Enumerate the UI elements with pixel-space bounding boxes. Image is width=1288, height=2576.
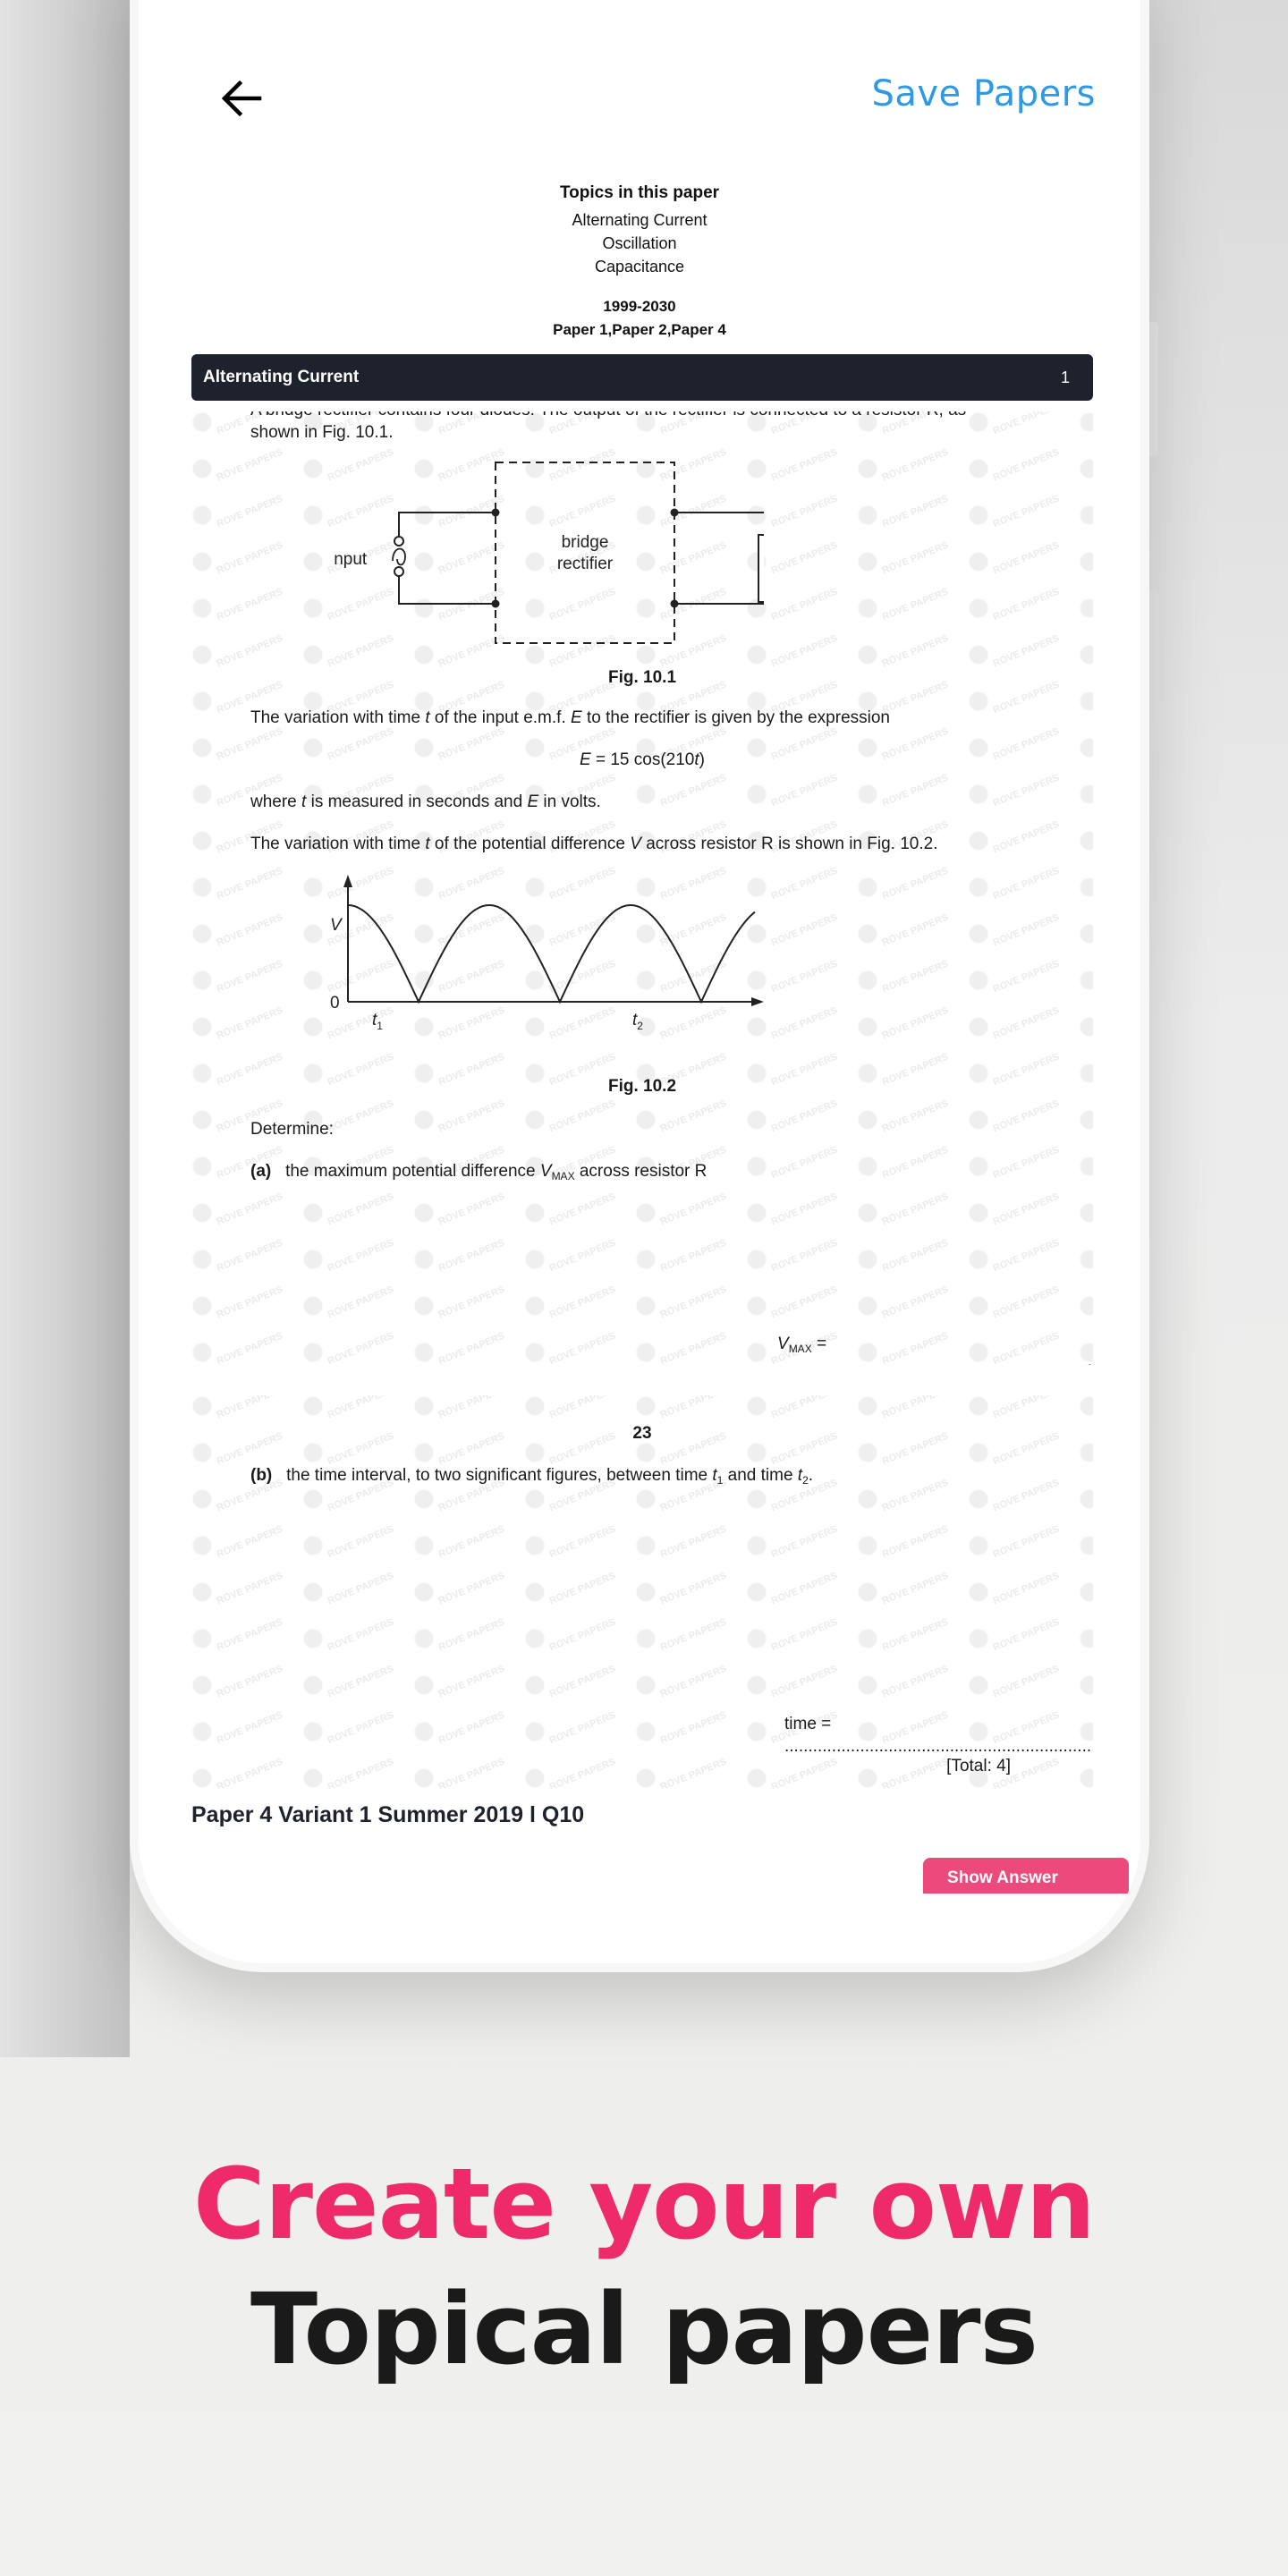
page-number: 23	[632, 1424, 652, 1443]
section-title: Alternating Current	[203, 368, 360, 386]
y-axis-label: V	[330, 916, 343, 935]
input-wire-bottom	[398, 575, 496, 605]
section-count: 1	[1060, 368, 1070, 386]
origin-label: 0	[330, 994, 340, 1013]
part-b-text: (b) the time interval, to two significan…	[250, 1466, 814, 1487]
app-screen: Save Papers Topics in this paper Alterna…	[139, 0, 1140, 1963]
determine-label: Determine:	[250, 1120, 334, 1139]
promo-headline-line1: Create your own	[193, 2147, 1096, 2261]
input-label: input	[335, 550, 368, 569]
question-intro: A bridge rectifier contains four diodes.…	[250, 411, 966, 442]
junction-dot	[491, 508, 500, 517]
junction-dot	[491, 599, 500, 608]
circuit-diagram: input bridge rectifier output resistor R	[335, 462, 764, 644]
t1-label: t1	[372, 1011, 383, 1032]
part-a-text: (a) the maximum potential difference VMA…	[250, 1162, 708, 1182]
voltage-time-graph: V 0 t1 t2 time t	[330, 875, 764, 1038]
output-wire-top	[674, 512, 764, 513]
y-axis-arrow	[343, 875, 352, 887]
ac-symbol-icon	[392, 547, 406, 566]
section-header-alternating-current[interactable]: Alternating Current 1	[191, 354, 1093, 401]
units-statement: where t is measured in seconds and E in …	[250, 792, 601, 811]
emf-equation: E = 15 cos(210t)	[580, 750, 705, 769]
phone-side-button	[1149, 322, 1158, 456]
year-range: 1999-2030	[603, 298, 676, 315]
resistor-symbol	[758, 534, 764, 603]
back-button[interactable]	[215, 72, 268, 125]
topic-item: Alternating Current	[572, 211, 708, 229]
question-reference: Paper 4 Variant 1 Summer 2019 l Q10	[191, 1802, 585, 1827]
background-shade	[0, 0, 130, 2057]
promo-headline-line2: Topical papers	[250, 2272, 1038, 2386]
question-page-image: ROVE PAPERS ROVE PAPERS ROVE PAPERS ROVE PA…	[191, 1395, 1093, 1789]
phone-frame: Save Papers Topics in this paper Alterna…	[130, 0, 1149, 1972]
rectifier-box	[495, 462, 675, 644]
topic-item: Capacitance	[594, 258, 685, 275]
question-page-image: ROVE PAPERS ROVE PAPERS ROVE PAPERS ROVE PA…	[191, 411, 1093, 1365]
show-answer-button[interactable]: Show Answer	[923, 1858, 1129, 1894]
figure-caption: Fig. 10.1	[607, 668, 677, 687]
phone-side-button	[1149, 590, 1158, 751]
input-terminal-bottom	[394, 566, 404, 577]
output-wire-bottom	[674, 603, 764, 605]
topic-item: Oscillation	[602, 234, 677, 252]
total-marks: [Total: 4]	[946, 1757, 1011, 1775]
box-label: bridge	[562, 533, 609, 552]
input-terminal-top	[394, 536, 404, 547]
box-label: rectifier	[557, 555, 614, 573]
answer-line-vmax[interactable]: VMAX = .................................…	[777, 1333, 1093, 1365]
emf-statement: The variation with time t of the input e…	[250, 708, 890, 727]
arrow-left-icon	[221, 80, 262, 117]
input-wire-top	[398, 512, 496, 538]
topics-heading: Topics in this paper	[559, 183, 720, 202]
save-papers-button[interactable]: Save Papers	[871, 73, 1096, 114]
x-axis-arrow	[751, 997, 764, 1006]
x-axis-label: time t	[677, 1037, 719, 1038]
paper-list: Paper 1,Paper 2,Paper 4	[553, 321, 726, 338]
t2-label: t2	[632, 1011, 643, 1032]
rectified-waveform	[348, 904, 756, 1004]
figure-caption: Fig. 10.2	[607, 1077, 677, 1096]
topics-summary: Topics in this paper Alternating Current…	[139, 183, 1140, 339]
pd-statement: The variation with time t of the potenti…	[250, 835, 938, 853]
answer-line-time[interactable]: time = .................................…	[784, 1713, 1093, 1758]
